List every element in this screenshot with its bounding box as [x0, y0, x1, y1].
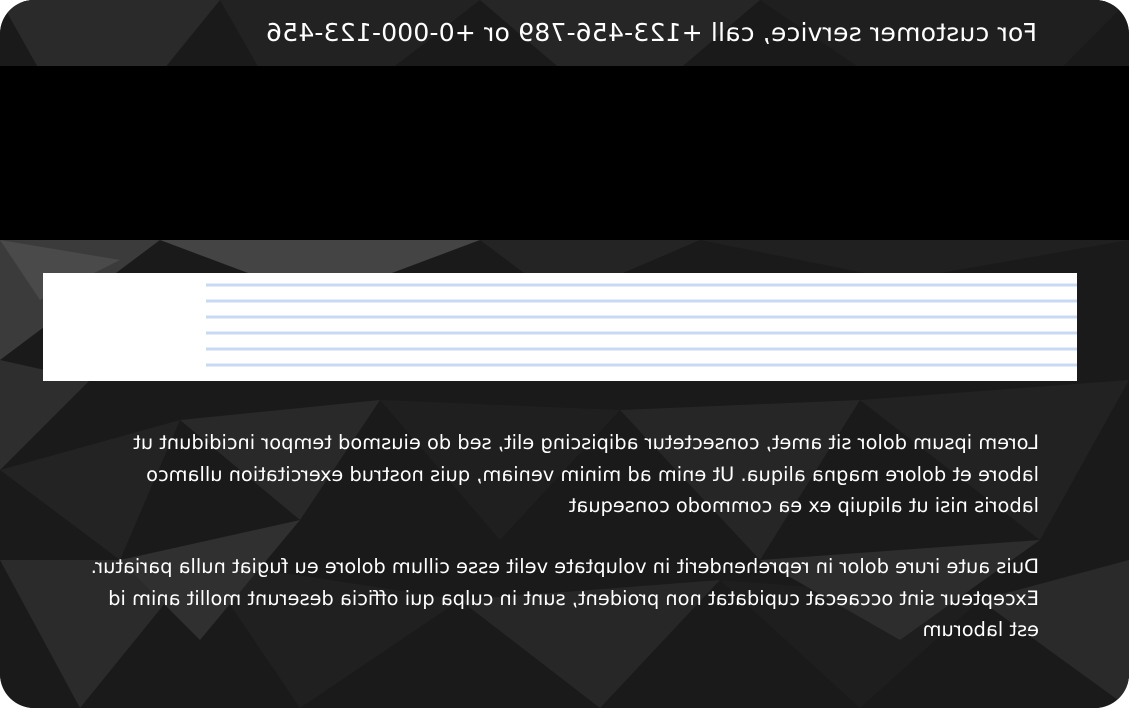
signature-lines — [206, 273, 1077, 381]
card-back: For customer service, call +123-456-789 … — [0, 0, 1129, 708]
customer-service-text: For customer service, call +123-456-789 … — [265, 18, 1037, 47]
signature-panel[interactable] — [43, 273, 1077, 381]
mirrored-layer: For customer service, call +123-456-789 … — [0, 0, 1129, 708]
terms-paragraph-2: Duis aute irure dolor in reprehenderit i… — [90, 555, 1039, 641]
security-code-area — [43, 273, 206, 381]
terms-paragraph-1: Lorem ipsum dolor sit amet, consectetur … — [133, 431, 1039, 517]
